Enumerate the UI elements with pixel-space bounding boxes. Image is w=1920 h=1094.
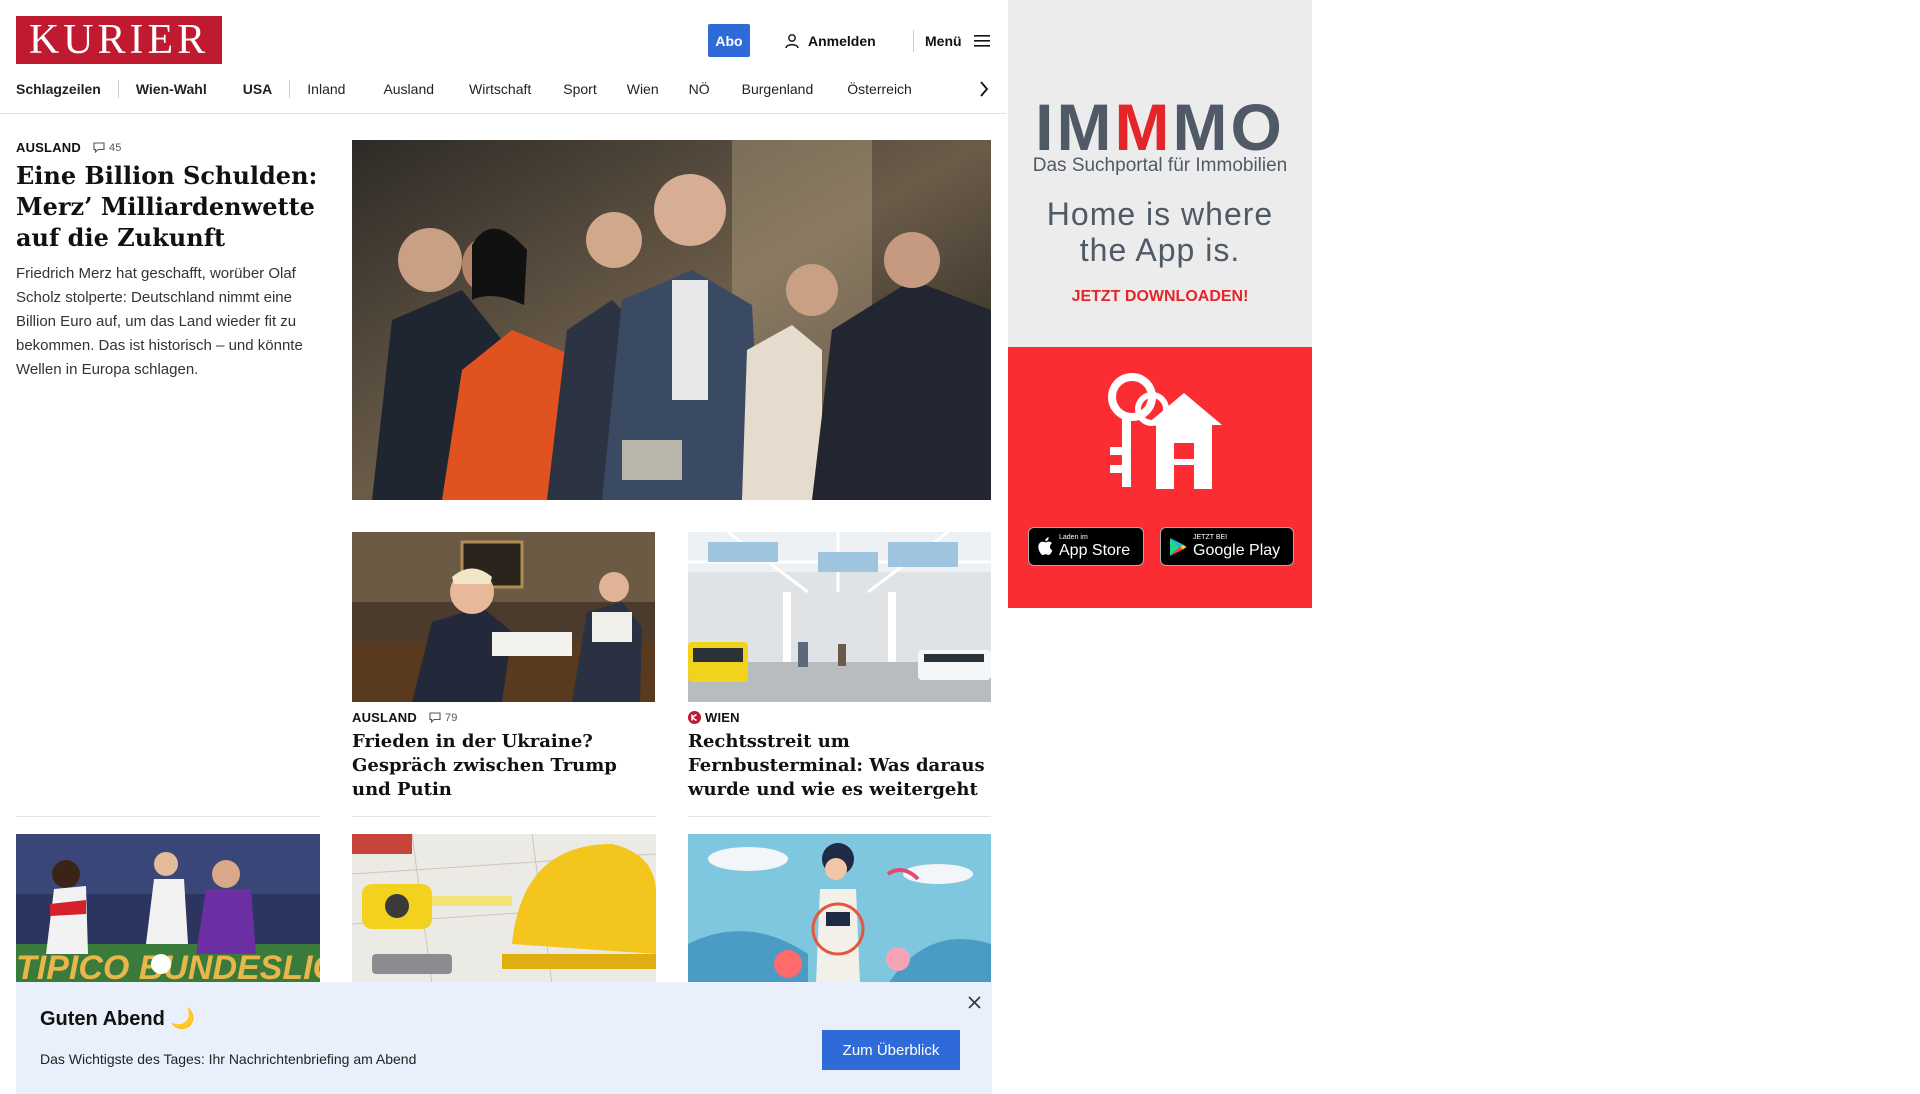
lead-section-label: AUSLAND: [16, 140, 81, 155]
card-illustration-health[interactable]: [688, 834, 991, 984]
nav-item-noe[interactable]: NÖ: [680, 78, 731, 100]
lead-photo[interactable]: [352, 140, 991, 500]
row-divider: [16, 816, 320, 817]
ad-tagline: Das Suchportal für Immobilien: [1032, 155, 1288, 176]
health-illustration: [688, 834, 991, 984]
logo-text: KURIER: [28, 17, 210, 63]
google-play-icon: [1170, 537, 1187, 556]
card1-comment-count[interactable]: 79: [429, 712, 458, 724]
ad-download-link[interactable]: JETZT DOWNLOADEN!: [1008, 288, 1312, 306]
nav-scroll-right[interactable]: [974, 76, 994, 102]
google-play-text: JETZT BEI Google Play: [1193, 534, 1280, 559]
section-nav: Schlagzeilen Wien-Wahl USA Inland Auslan…: [16, 78, 991, 100]
card1-headline[interactable]: Frieden in der Ukraine? Gespräch zwische…: [352, 730, 657, 802]
abo-button[interactable]: Abo: [708, 24, 750, 57]
nav-item-ausland[interactable]: Ausland: [362, 78, 455, 100]
kurier-logo[interactable]: KURIER: [16, 16, 222, 64]
hamburger-icon: [973, 34, 990, 47]
busterminal-rendering: [688, 532, 991, 702]
card2-section-label: WIEN: [705, 710, 740, 725]
brand-part: IM: [1035, 90, 1115, 164]
briefing-text: Das Wichtigste des Tages: Ihr Nachrichte…: [40, 1051, 417, 1067]
app-store-small: Laden im: [1059, 534, 1088, 541]
login-label: Anmelden: [808, 32, 876, 49]
lead-headline[interactable]: Eine Billion Schulden: Merz’ Milliardenw…: [16, 160, 326, 253]
immmo-ad[interactable]: IMMMO Das Suchportal für Immobilien Home…: [1008, 0, 1312, 608]
row-divider: [352, 816, 656, 817]
card2-kicker[interactable]: WIEN: [688, 710, 740, 725]
card-photo-trump[interactable]: [352, 532, 655, 702]
google-play-label: Google Play: [1193, 542, 1281, 559]
card1-comments-value: 79: [444, 711, 458, 724]
google-play-small: JETZT BEI: [1193, 534, 1228, 541]
nav-item-usa[interactable]: USA: [224, 78, 290, 100]
nav-item-wirtschaft[interactable]: Wirtschaft: [455, 78, 552, 100]
football-photo: TIPICO BUNDESLIGA: [16, 834, 320, 984]
comment-icon: [429, 712, 441, 723]
card-photo-busterminal[interactable]: [688, 532, 991, 702]
evening-briefing-banner: Guten Abend 🌙 Das Wichtigste des Tages: …: [16, 982, 992, 1094]
ad-lower-panel: Laden im App Store JETZT BEI Google Play: [1008, 347, 1312, 608]
trump-phone-photo: [352, 532, 655, 702]
lead-comments-value: 45: [108, 141, 122, 154]
comment-icon: [93, 142, 105, 153]
kurier-plus-icon: [688, 711, 701, 724]
close-button[interactable]: [964, 992, 984, 1012]
brand-accent: M: [1114, 90, 1173, 164]
app-store-text: Laden im App Store: [1059, 534, 1130, 559]
nav-item-burgenland[interactable]: Burgenland: [731, 78, 835, 100]
ad-upper-panel: IMMMO Das Suchportal für Immobilien Home…: [1008, 0, 1312, 347]
nav-item-oesterreich[interactable]: Österreich: [834, 78, 929, 100]
menu-button[interactable]: Menü: [925, 24, 990, 57]
brand-part: MO: [1172, 90, 1285, 164]
lead-kicker[interactable]: AUSLAND 45: [16, 140, 122, 155]
card2-headline[interactable]: Rechtsstreit um Fernbusterminal: Was dar…: [688, 730, 993, 802]
immmo-logo: IMMMO: [1008, 92, 1312, 162]
app-store-label: App Store: [1059, 542, 1131, 559]
apple-icon: [1038, 537, 1053, 555]
house-key-icon: [1108, 373, 1222, 489]
close-icon: [967, 995, 981, 1009]
nav-item-wien[interactable]: Wien: [618, 78, 680, 100]
menu-label: Menü: [925, 32, 962, 49]
card-photo-construction[interactable]: [352, 834, 656, 984]
lead-comment-count[interactable]: 45: [93, 142, 122, 154]
nav-divider-line: [0, 113, 1006, 114]
card2-section: WIEN: [688, 710, 740, 725]
card1-section-label: AUSLAND: [352, 710, 417, 725]
lead-teaser: Friedrich Merz hat geschafft, worüber Ol…: [16, 265, 303, 378]
card-photo-football[interactable]: TIPICO BUNDESLIGA: [16, 834, 320, 984]
login-button[interactable]: Anmelden: [784, 24, 876, 57]
ad-headline: Home is where the App is.: [1008, 196, 1312, 268]
nav-item-sport[interactable]: Sport: [552, 78, 617, 100]
briefing-title: Guten Abend 🌙: [40, 1008, 196, 1030]
ad-headline-line2: the App is.: [1079, 232, 1241, 268]
user-icon: [785, 33, 799, 48]
google-play-button[interactable]: JETZT BEI Google Play: [1160, 527, 1294, 566]
nav-item-wien-wahl[interactable]: Wien-Wahl: [119, 78, 224, 100]
app-store-button[interactable]: Laden im App Store: [1028, 527, 1144, 566]
card1-kicker[interactable]: AUSLAND 79: [352, 710, 458, 725]
row-divider: [688, 816, 991, 817]
construction-tools-photo: [352, 834, 656, 984]
lead-photo-graphic: [352, 140, 991, 500]
header-divider: [913, 30, 914, 52]
chevron-right-icon: [980, 81, 989, 97]
briefing-overview-button[interactable]: Zum Überblick: [822, 1030, 960, 1070]
nav-item-inland[interactable]: Inland: [290, 78, 362, 100]
ad-headline-line1: Home is where: [1046, 196, 1274, 232]
nav-item-schlagzeilen[interactable]: Schlagzeilen: [16, 78, 118, 100]
